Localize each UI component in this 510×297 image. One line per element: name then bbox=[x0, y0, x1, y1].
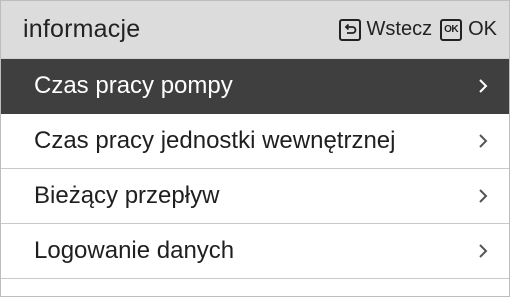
ok-label: OK bbox=[468, 18, 497, 40]
back-button[interactable]: Wstecz bbox=[338, 18, 433, 41]
device-screen: informacje Wstecz OK OK Czas pracy pompy bbox=[0, 0, 510, 297]
ok-button[interactable]: OK OK bbox=[440, 18, 497, 41]
page-title: informacje bbox=[23, 15, 141, 43]
back-icon bbox=[338, 18, 361, 41]
chevron-right-icon bbox=[473, 186, 493, 206]
chevron-right-icon bbox=[473, 76, 493, 96]
menu-item-label: Czas pracy pompy bbox=[34, 72, 233, 99]
back-label: Wstecz bbox=[366, 18, 433, 40]
menu-item-pump-runtime[interactable]: Czas pracy pompy bbox=[1, 59, 509, 114]
menu-item-label: Bieżący przepływ bbox=[34, 182, 220, 209]
menu-item-data-logging[interactable]: Logowanie danych bbox=[1, 224, 509, 279]
info-menu: Czas pracy pompy Czas pracy jednostki we… bbox=[1, 59, 509, 279]
menu-item-current-flow[interactable]: Bieżący przepływ bbox=[1, 169, 509, 224]
chevron-right-icon bbox=[473, 241, 493, 261]
header-bar: informacje Wstecz OK OK bbox=[1, 1, 509, 59]
menu-item-indoor-unit-runtime[interactable]: Czas pracy jednostki wewnętrznej bbox=[1, 114, 509, 169]
menu-item-label: Czas pracy jednostki wewnętrznej bbox=[34, 127, 396, 154]
chevron-right-icon bbox=[473, 131, 493, 151]
ok-icon: OK bbox=[440, 18, 463, 41]
header-actions: Wstecz OK OK bbox=[338, 18, 497, 41]
menu-item-label: Logowanie danych bbox=[34, 237, 235, 264]
